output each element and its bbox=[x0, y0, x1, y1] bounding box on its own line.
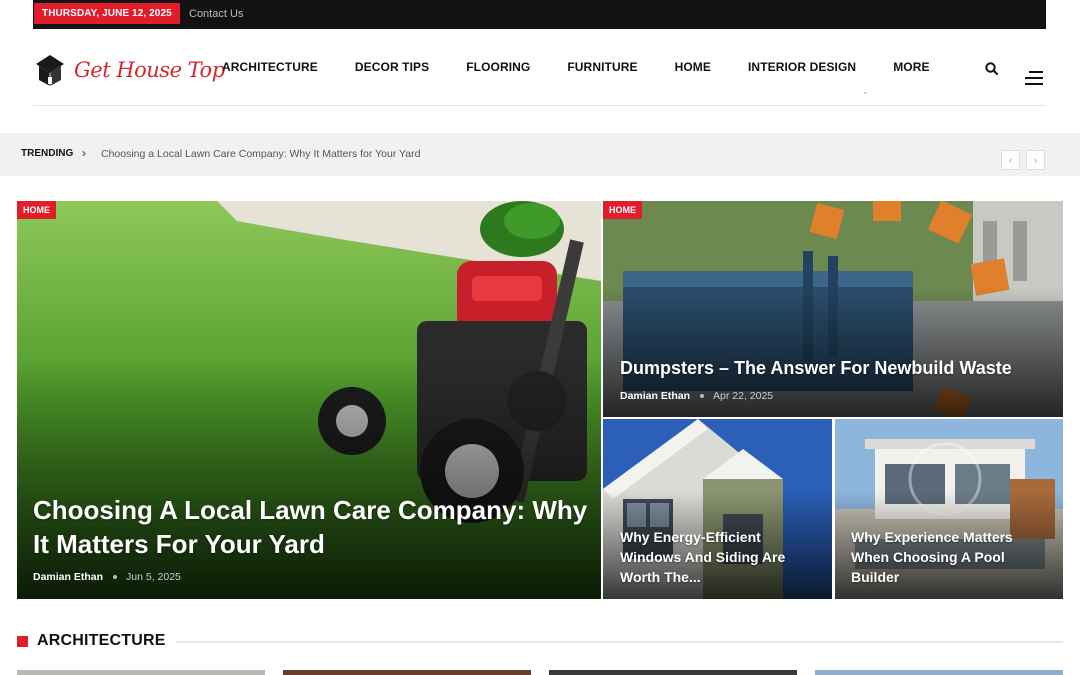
nav-item-more[interactable]: MORE bbox=[893, 60, 929, 74]
nav-item-decor-tips[interactable]: DECOR TIPS bbox=[355, 60, 429, 74]
section-marker bbox=[17, 636, 28, 647]
post-date: Apr 22, 2025 bbox=[713, 390, 774, 402]
category-badge[interactable]: HOME bbox=[603, 201, 642, 219]
nav-item-interior-design[interactable]: INTERIOR DESIGN bbox=[748, 60, 856, 74]
site-logo[interactable]: Get House Top bbox=[34, 50, 225, 90]
article-thumbnail[interactable] bbox=[815, 670, 1063, 675]
author-name[interactable]: Damian Ethan bbox=[33, 571, 103, 583]
contact-us-link[interactable]: Contact Us bbox=[189, 8, 243, 20]
logo-text: Get House Top bbox=[74, 58, 225, 82]
featured-top-right-card[interactable]: HOME Dumpsters – The Answer For Newbuild… bbox=[603, 201, 1063, 417]
top-bar: THURSDAY, JUNE 12, 2025 Contact Us bbox=[33, 0, 1046, 29]
nav-item-furniture[interactable]: FURNITURE bbox=[567, 60, 637, 74]
article-thumbnail[interactable] bbox=[17, 670, 265, 675]
card-title[interactable]: Choosing A Local Lawn Care Company: Why … bbox=[33, 493, 593, 561]
trending-bar: TRENDING › Choosing a Local Lawn Care Co… bbox=[0, 133, 1080, 176]
chevron-right-icon[interactable]: › bbox=[1026, 150, 1045, 170]
hamburger-menu-icon[interactable] bbox=[1025, 71, 1043, 85]
featured-small-card-pool[interactable]: Why Experience Matters When Choosing A P… bbox=[835, 419, 1063, 599]
post-date: Jun 5, 2025 bbox=[126, 571, 181, 583]
section-divider bbox=[176, 641, 1063, 643]
nav-item-flooring[interactable]: FLOORING bbox=[466, 60, 530, 74]
post-meta: Damian Ethan Apr 22, 2025 bbox=[620, 390, 773, 402]
chevron-left-icon[interactable]: ‹ bbox=[1001, 150, 1020, 170]
trending-headline[interactable]: Choosing a Local Lawn Care Company: Why … bbox=[101, 148, 420, 160]
header-divider bbox=[33, 105, 1046, 106]
chevron-right-icon: › bbox=[82, 146, 86, 160]
featured-small-card-windows[interactable]: Why Energy-Efficient Windows And Siding … bbox=[603, 419, 832, 599]
section-title-architecture[interactable]: ARCHITECTURE bbox=[37, 632, 166, 650]
chevron-down-icon[interactable]: ⌄ bbox=[862, 87, 869, 96]
author-name[interactable]: Damian Ethan bbox=[620, 390, 690, 402]
search-icon[interactable] bbox=[984, 61, 1000, 77]
article-thumbnail[interactable] bbox=[549, 670, 797, 675]
main-nav: ARCHITECTURE DECOR TIPS FLOORING FURNITU… bbox=[222, 60, 967, 74]
house-logo-icon bbox=[36, 55, 64, 86]
post-meta: Damian Ethan Jun 5, 2025 bbox=[33, 571, 181, 583]
date-badge: THURSDAY, JUNE 12, 2025 bbox=[34, 3, 180, 24]
card-title[interactable]: Why Experience Matters When Choosing A P… bbox=[851, 527, 1051, 587]
card-title[interactable]: Why Energy-Efficient Windows And Siding … bbox=[620, 527, 820, 587]
article-thumbnail[interactable] bbox=[283, 670, 531, 675]
featured-main-card[interactable]: HOME Choosing A Local Lawn Care Company:… bbox=[17, 201, 601, 599]
card-title[interactable]: Dumpsters – The Answer For Newbuild Wast… bbox=[620, 356, 1060, 380]
nav-item-architecture[interactable]: ARCHITECTURE bbox=[222, 60, 318, 74]
trending-label: TRENDING bbox=[21, 148, 74, 159]
nav-item-home[interactable]: HOME bbox=[675, 60, 711, 74]
category-badge[interactable]: HOME bbox=[17, 201, 56, 219]
